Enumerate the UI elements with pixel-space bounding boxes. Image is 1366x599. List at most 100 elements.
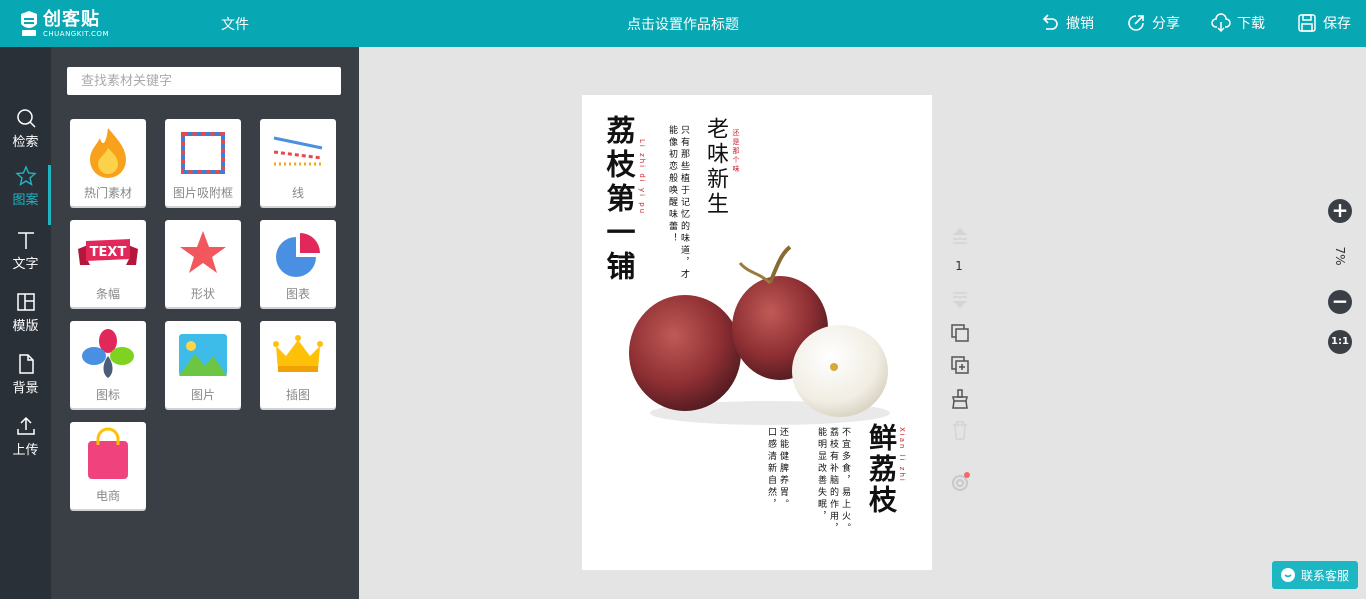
logo-subtitle: CHUANGKIT.COM <box>43 29 109 38</box>
page-up-button[interactable] <box>949 225 971 247</box>
undo-label: 撤销 <box>1066 16 1094 32</box>
lychee-image[interactable] <box>620 243 910 433</box>
minus-icon: − <box>1331 289 1349 313</box>
zoom-reset-button[interactable]: 1:1 <box>1328 330 1352 354</box>
tile-shape[interactable]: 形状 <box>165 220 241 307</box>
tile-chart[interactable]: 图表 <box>260 220 336 307</box>
tile-label: 图标 <box>95 388 120 402</box>
file-menu[interactable]: 文件 <box>221 14 249 34</box>
cloud-download-icon <box>1211 13 1231 33</box>
design-canvas[interactable]: 荔枝第一铺 Li zhi di yi pu 只有那些植于记忆的味道，才能像初恋般… <box>582 95 932 570</box>
nav-item-text[interactable]: 文字 <box>0 229 51 285</box>
save-icon <box>1298 14 1316 32</box>
share-icon <box>1128 15 1144 31</box>
delete-page-button[interactable] <box>949 419 971 441</box>
pie-chart-icon <box>276 233 320 277</box>
poster-subtitle-2[interactable]: 鲜荔枝 <box>865 423 898 516</box>
gear-icon <box>952 472 970 491</box>
undo-button[interactable]: 撤销 <box>1040 12 1094 34</box>
zoom-out-button[interactable]: − <box>1328 290 1352 314</box>
left-nav: 检索 图案 文字 模版 背景 上传 <box>0 47 51 599</box>
share-button[interactable]: 分享 <box>1126 12 1180 34</box>
shopping-bag-icon <box>88 427 128 479</box>
nav-item-template[interactable]: 模版 <box>0 291 51 347</box>
layer-down-icon <box>953 292 967 308</box>
contact-label: 联系客服 <box>1301 568 1350 583</box>
nav-item-pattern[interactable]: 图案 <box>0 165 51 225</box>
template-icon <box>16 293 35 311</box>
material-panel: 热门素材 图片吸附框 线 TEXT 条幅 <box>51 47 359 599</box>
download-label: 下载 <box>1237 16 1265 32</box>
chat-icon <box>1281 568 1295 582</box>
picture-icon <box>179 334 227 376</box>
tile-icon[interactable]: 图标 <box>70 321 146 408</box>
poster-text-block-3[interactable]: 不宜多食，易上火。荔枝有补脑的作用，能明显改善失眠， <box>815 427 851 537</box>
poster-text-block-2[interactable]: 还能健脾养胃。口感清新自然， <box>765 427 789 517</box>
poster-subtitle-1-pinyin[interactable]: 还是那个味 <box>731 129 741 174</box>
tile-line[interactable]: 线 <box>260 119 336 206</box>
nav-label: 图案 <box>12 193 39 208</box>
tile-illustration[interactable]: 插图 <box>260 321 336 408</box>
star-shape-icon <box>180 231 226 273</box>
tile-image-frame[interactable]: 图片吸附框 <box>165 119 241 206</box>
tile-banner[interactable]: TEXT 条幅 <box>70 220 146 307</box>
nav-label: 背景 <box>12 381 39 396</box>
zoom-level: 7% <box>1333 246 1347 266</box>
app-root: 创客贴 CHUANGKIT.COM 文件 点击设置作品标题 撤销 分享 下载 保… <box>0 0 1366 599</box>
background-icon <box>18 354 34 374</box>
poster-text-block-1[interactable]: 只有那些植于记忆的味道，才能像初恋般唤醒味蕾！ <box>666 125 690 285</box>
copy-page-button[interactable] <box>949 322 971 344</box>
search-icon <box>16 109 36 128</box>
add-page-icon <box>951 356 969 374</box>
tile-label: 形状 <box>190 287 215 301</box>
text-icon <box>17 232 34 249</box>
line-icon <box>273 136 323 166</box>
petal-icon <box>82 329 134 378</box>
tile-label: 图片 <box>190 388 215 402</box>
share-label: 分享 <box>1152 16 1180 32</box>
material-search-input[interactable] <box>67 67 341 95</box>
logo[interactable]: 创客贴 CHUANGKIT.COM <box>18 7 118 41</box>
top-bar: 创客贴 CHUANGKIT.COM 文件 点击设置作品标题 撤销 分享 下载 保… <box>0 0 1366 47</box>
frame-icon <box>181 132 225 174</box>
zoom-in-button[interactable]: + <box>1328 199 1352 223</box>
page-down-button[interactable] <box>949 289 971 311</box>
nav-label: 检索 <box>12 135 39 150</box>
poster-subtitle-2-pinyin[interactable]: Xian li zhi <box>898 427 906 483</box>
trash-icon <box>953 421 967 440</box>
ribbon-text: TEXT <box>90 245 127 260</box>
nav-label: 文字 <box>12 257 39 272</box>
tile-label: 电商 <box>95 489 120 503</box>
poster-main-title[interactable]: 荔枝第一铺 <box>602 115 636 285</box>
plus-icon: + <box>1331 198 1349 222</box>
nav-item-search[interactable]: 检索 <box>0 107 51 163</box>
layer-up-icon <box>953 228 967 244</box>
contact-support-button[interactable]: 联系客服 <box>1272 561 1358 589</box>
tile-ecommerce[interactable]: 电商 <box>70 422 146 509</box>
tile-label: 热门素材 <box>83 186 132 200</box>
brush-icon <box>952 389 968 409</box>
tile-hot-material[interactable]: 热门素材 <box>70 119 146 206</box>
tile-label: 图表 <box>285 287 310 301</box>
star-icon <box>14 165 37 187</box>
download-button[interactable]: 下载 <box>1211 12 1265 34</box>
tile-picture[interactable]: 图片 <box>165 321 241 408</box>
document-title[interactable]: 点击设置作品标题 <box>560 14 806 34</box>
settings-toggle-button[interactable] <box>949 471 971 493</box>
tile-label: 线 <box>291 186 304 200</box>
nav-label: 上传 <box>12 443 39 458</box>
copy-icon <box>951 324 969 342</box>
tile-label: 图片吸附框 <box>172 186 233 200</box>
fire-icon <box>90 128 126 178</box>
ribbon-icon: TEXT <box>78 239 138 265</box>
poster-main-pinyin[interactable]: Li zhi di yi pu <box>638 139 646 215</box>
save-label: 保存 <box>1323 16 1351 32</box>
save-button[interactable]: 保存 <box>1297 12 1351 34</box>
clear-page-button[interactable] <box>949 388 971 410</box>
logo-title: 创客贴 <box>43 8 100 30</box>
tile-label: 条幅 <box>95 287 120 301</box>
nav-item-background[interactable]: 背景 <box>0 353 51 409</box>
nav-item-upload[interactable]: 上传 <box>0 415 51 471</box>
add-page-button[interactable] <box>949 354 971 376</box>
poster-subtitle-1[interactable]: 老味新生 <box>703 117 728 217</box>
